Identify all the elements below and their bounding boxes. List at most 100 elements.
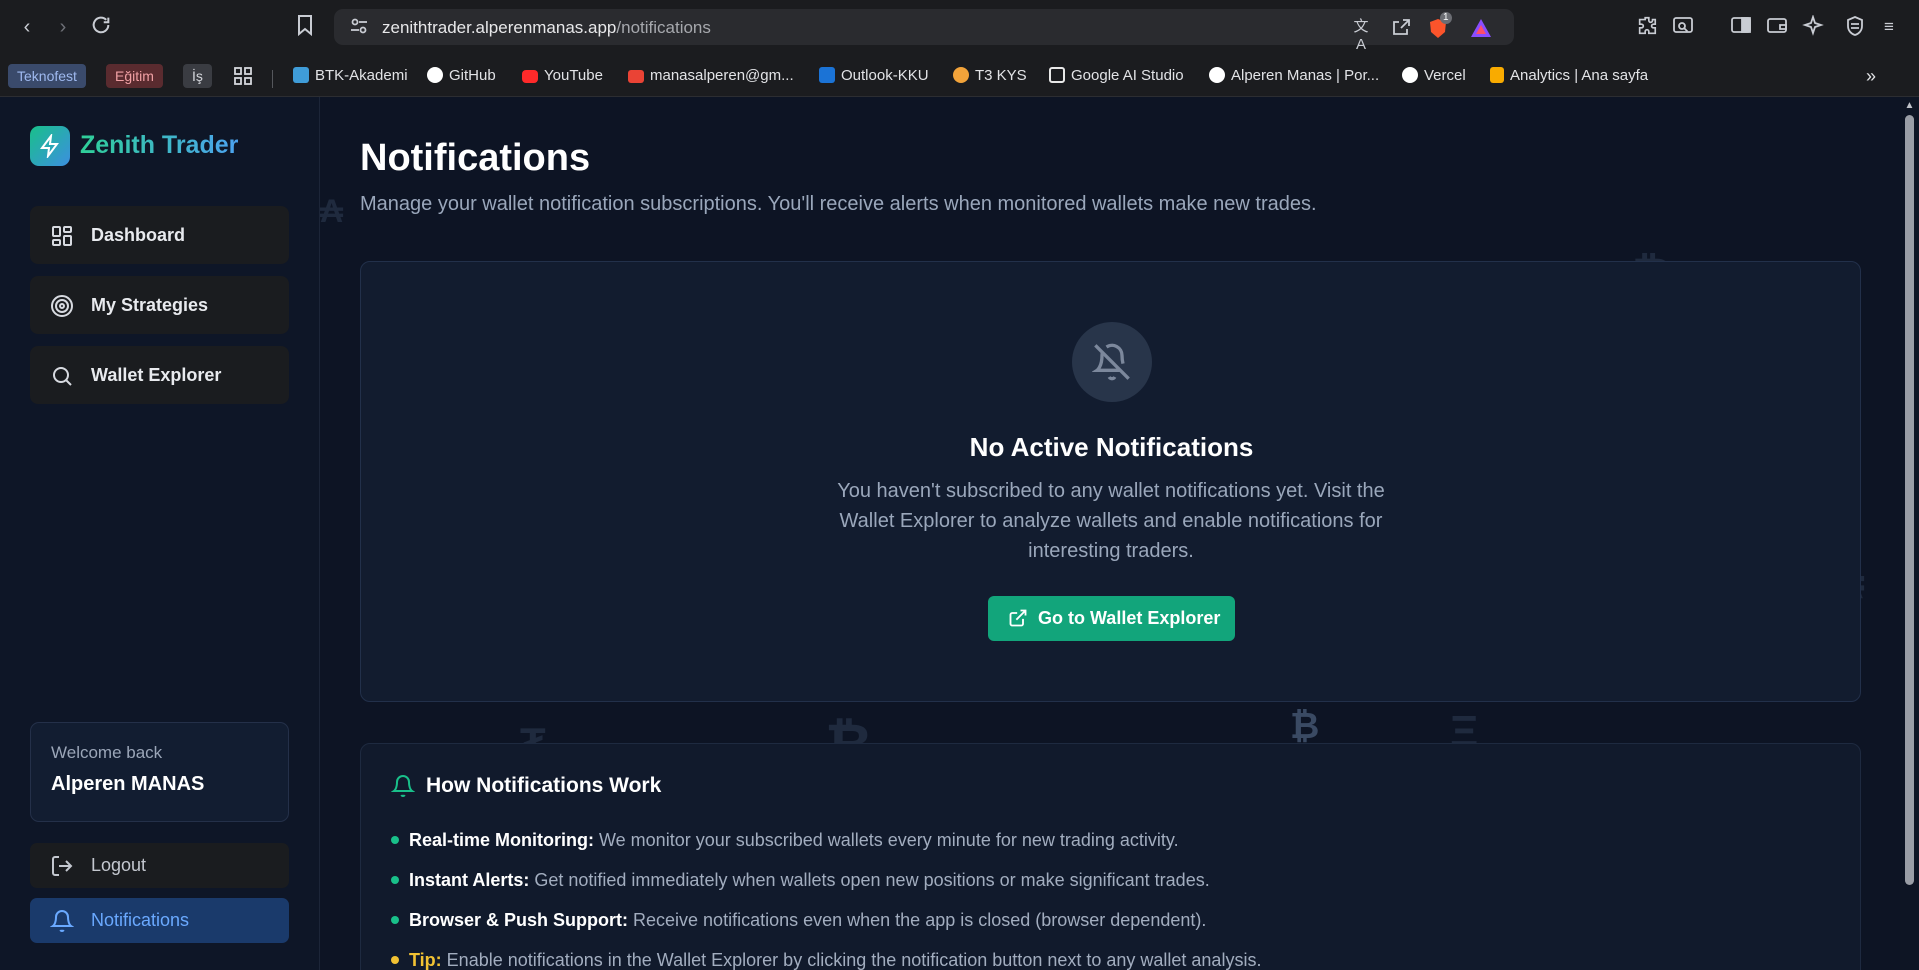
vpn-shield-icon[interactable] [1842,15,1868,39]
bookmarks-bar: Teknofest Eğitim İş BTK-Akademi GitHub Y… [0,54,1919,97]
external-link-icon [1008,608,1028,628]
list-item-title: Real-time Monitoring: [409,830,594,850]
scroll-thumb[interactable] [1905,115,1914,885]
bullet-dot [391,876,399,884]
github-icon [427,67,443,83]
bullet-dot [391,836,399,844]
bell-off-icon [1072,322,1152,402]
url-path: /notifications [616,18,711,37]
app-viewport: ₳ ₿ Ł ₿ ℯ ₿ ₳ ₮ ₿ Ξ ₮ ₿ ₮ Ł Zenith Trade… [0,97,1919,970]
more-bookmarks-icon[interactable]: » [1866,64,1876,88]
search-icon [50,364,74,388]
forward-icon[interactable]: › [50,14,76,40]
bookmark-label: Outlook-KKU [841,67,929,84]
sidebar-toggle-icon[interactable] [1728,15,1754,39]
bookmark-vercel[interactable]: Vercel [1402,64,1466,88]
main-content: Notifications Manage your wallet notific… [320,97,1900,970]
lightning-logo-icon [30,126,70,166]
empty-state-card: No Active Notifications You haven't subs… [360,261,1861,702]
sidebar: Zenith Trader Dashboard My Strategies Wa… [0,97,320,970]
logout-icon [50,854,74,878]
bookmark-label: Alperen Manas | Por... [1231,67,1380,84]
bookmark-icon[interactable] [292,14,318,40]
how-title: How Notifications Work [426,774,662,797]
bookmark-btk-akademi[interactable]: BTK-Akademi [293,64,408,88]
dashboard-grid-icon [50,224,74,248]
bookmark-label: Analytics | Ana sayfa [1510,67,1649,84]
brave-rewards-icon[interactable] [1470,18,1492,37]
bell-icon [49,909,75,933]
bookmark-folder-is[interactable]: İş [183,64,212,88]
site-settings-icon[interactable] [348,18,370,36]
share-icon[interactable] [1390,18,1412,36]
url-text[interactable]: zenithtrader.alperenmanas.app/notificati… [382,18,711,38]
tip-title: Tip: [409,950,442,970]
bookmark-label: manasalperen@gm... [650,67,794,84]
bookmark-label: Vercel [1424,67,1466,84]
leo-ai-icon[interactable] [1800,14,1826,39]
btk-icon [293,67,309,83]
bookmark-portfolio[interactable]: Alperen Manas | Por... [1209,64,1379,88]
sidebar-item-label: Wallet Explorer [91,365,222,385]
apps-grid-icon[interactable] [233,64,253,88]
list-item-title: Instant Alerts: [409,870,530,890]
bookmark-youtube[interactable]: YouTube [522,64,603,88]
brave-shield-icon[interactable]: 1 [1426,12,1452,38]
wallet-icon[interactable] [1764,15,1790,39]
address-bar[interactable]: zenithtrader.alperenmanas.app/notificati… [334,9,1514,53]
bookmark-label: T3 KYS [975,67,1027,84]
outlook-icon [819,67,835,83]
back-icon[interactable]: ‹ [14,14,40,40]
sidebar-item-label: Dashboard [91,225,186,245]
scroll-up-icon[interactable]: ▲ [1904,100,1915,111]
bookmark-t3-kys[interactable]: T3 KYS [953,64,1027,88]
reload-icon[interactable] [88,14,114,40]
list-item-title: Browser & Push Support: [409,910,629,930]
bookmark-github[interactable]: GitHub [427,64,496,88]
shield-badge: 1 [1440,12,1452,24]
welcome-card: Welcome back Alperen MANAS [30,722,289,822]
logout-button[interactable]: Logout [30,843,289,888]
youtube-icon [522,70,538,83]
page-title: Notifications [360,137,591,179]
bookmark-google-ai-studio[interactable]: Google AI Studio [1049,64,1184,88]
vercel-icon [1402,67,1418,83]
portfolio-icon [1209,67,1225,83]
target-icon [50,294,74,318]
sidebar-item-label: My Strategies [91,295,209,315]
bookmark-folder-egitim[interactable]: Eğitim [106,64,163,88]
sidebar-item-dashboard[interactable]: Dashboard [30,206,289,264]
bell-icon [390,774,416,798]
sidebar-item-my-strategies[interactable]: My Strategies [30,276,289,334]
page-scrollbar[interactable]: ▲ [1900,97,1919,970]
tip-item: Tip: Enable notifications in the Wallet … [391,950,1261,970]
user-name: Alperen MANAS [51,773,205,795]
url-host: zenithtrader.alperenmanas.app [382,18,617,37]
sidebar-item-notifications[interactable]: Notifications [30,898,289,943]
brand-name[interactable]: Zenith Trader [80,131,238,160]
gmail-icon [628,70,644,83]
bullet-dot [391,956,399,964]
bookmark-analytics[interactable]: Analytics | Ana sayfa [1490,64,1648,88]
sidebar-item-wallet-explorer[interactable]: Wallet Explorer [30,346,289,404]
bookmark-gmail[interactable]: manasalperen@gm... [628,64,794,88]
empty-state-title: No Active Notifications [969,432,1254,462]
tip-text: Enable notifications in the Wallet Explo… [441,950,1262,970]
go-button-label: Go to Wallet Explorer [1038,608,1221,628]
list-item-text: We monitor your subscribed wallets every… [594,830,1179,850]
bookmark-label: YouTube [544,67,603,84]
extensions-icon[interactable] [1634,15,1660,39]
welcome-label: Welcome back [51,743,163,762]
list-item-text: Get notified immediately when wallets op… [529,870,1210,890]
list-item-text: Receive notifications even when the app … [628,910,1207,930]
bookmark-label: GitHub [449,67,496,84]
bullet-dot [391,916,399,924]
bookmark-outlook[interactable]: Outlook-KKU [819,64,929,88]
search-tab-icon[interactable] [1670,15,1696,39]
translate-icon[interactable]: 文A [1350,18,1372,53]
bookmark-folder-teknofest[interactable]: Teknofest [8,64,86,88]
menu-icon[interactable]: ≡ [1876,15,1902,39]
how-notifications-work-card: How Notifications Work Real-time Monitor… [360,743,1861,970]
analytics-icon [1490,67,1504,83]
go-to-wallet-explorer-button[interactable]: Go to Wallet Explorer [988,596,1235,641]
